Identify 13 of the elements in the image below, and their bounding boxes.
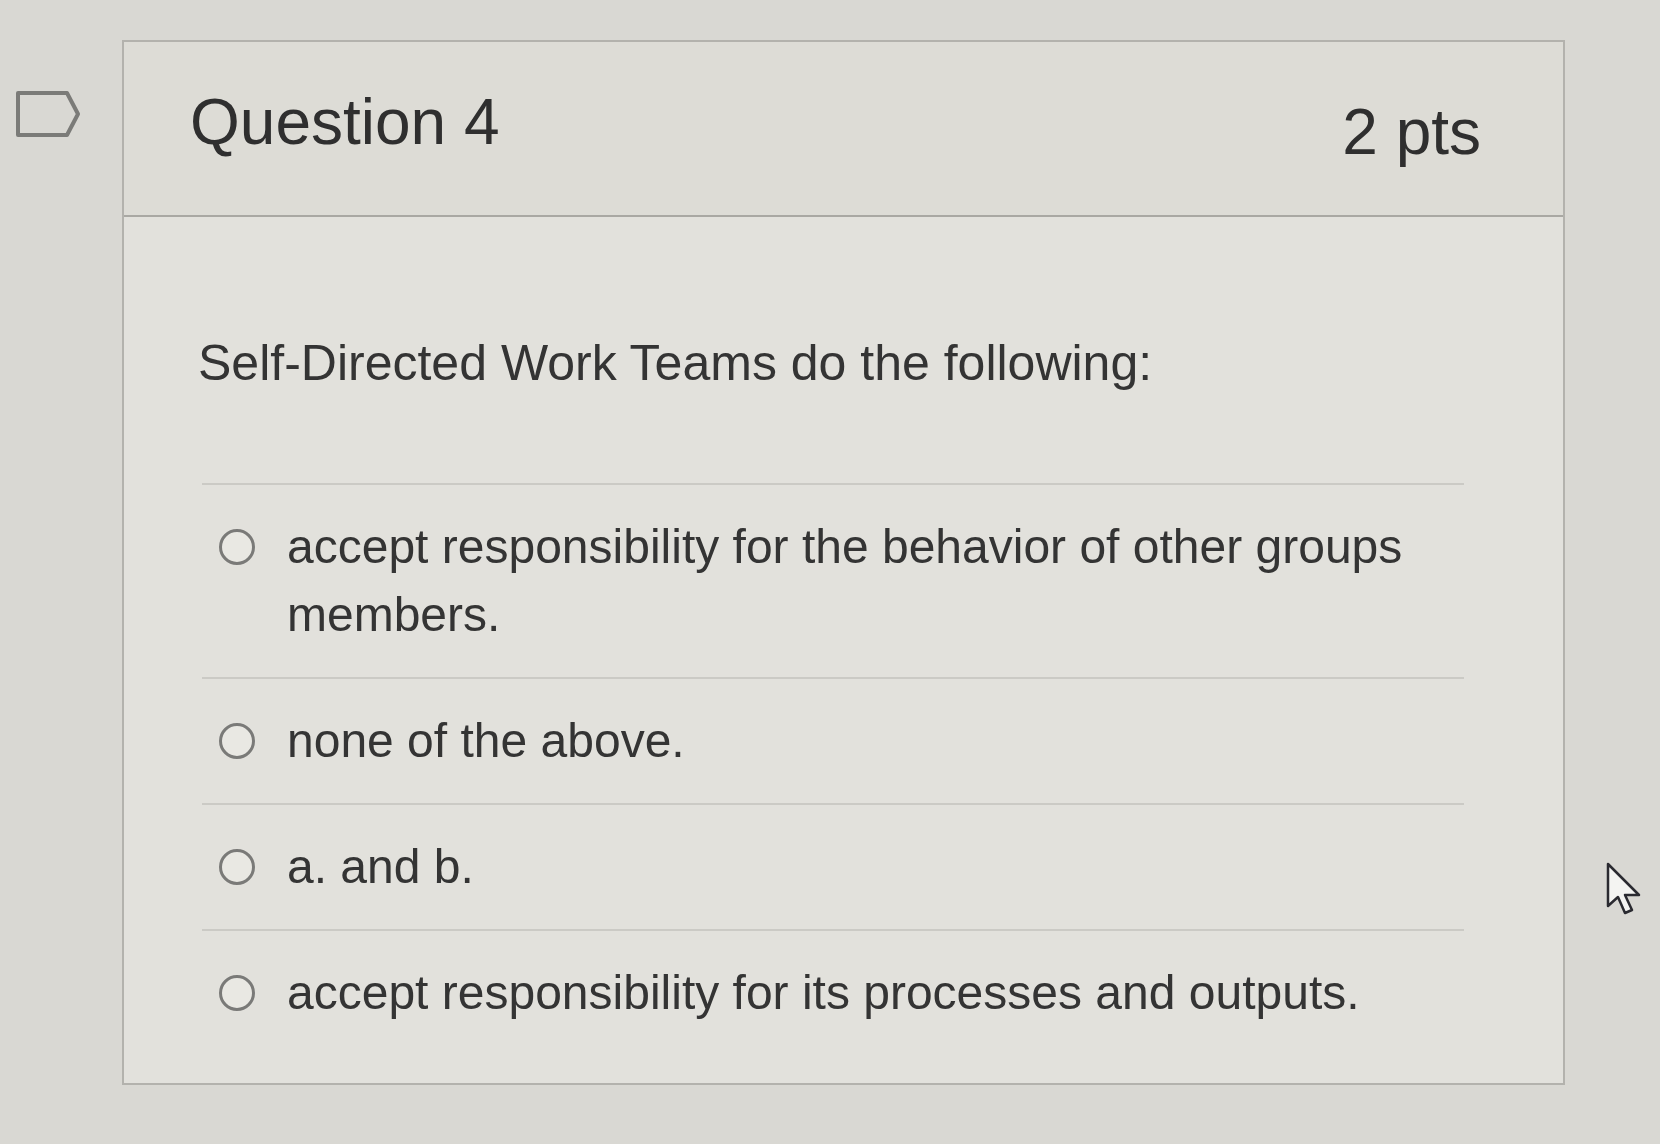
answer-text: accept responsibility for the behavior of other groups members.	[287, 519, 1404, 643]
radio-button[interactable]	[219, 849, 255, 885]
answer-text: a. and b.	[287, 839, 475, 895]
mouse-pointer-icon	[1606, 862, 1642, 916]
question-text: Self-Directed Work Teams do the following:	[198, 334, 1154, 393]
question-title: Question 4	[190, 85, 500, 160]
radio-button[interactable]	[219, 723, 255, 759]
answer-text: none of the above.	[287, 713, 686, 769]
answer-text: accept responsibility for its processes and outputs.	[287, 965, 1361, 1021]
points-label: 2 pts	[1342, 95, 1481, 170]
flag-icon[interactable]	[15, 90, 81, 138]
radio-button[interactable]	[219, 529, 255, 565]
radio-button[interactable]	[219, 975, 255, 1011]
